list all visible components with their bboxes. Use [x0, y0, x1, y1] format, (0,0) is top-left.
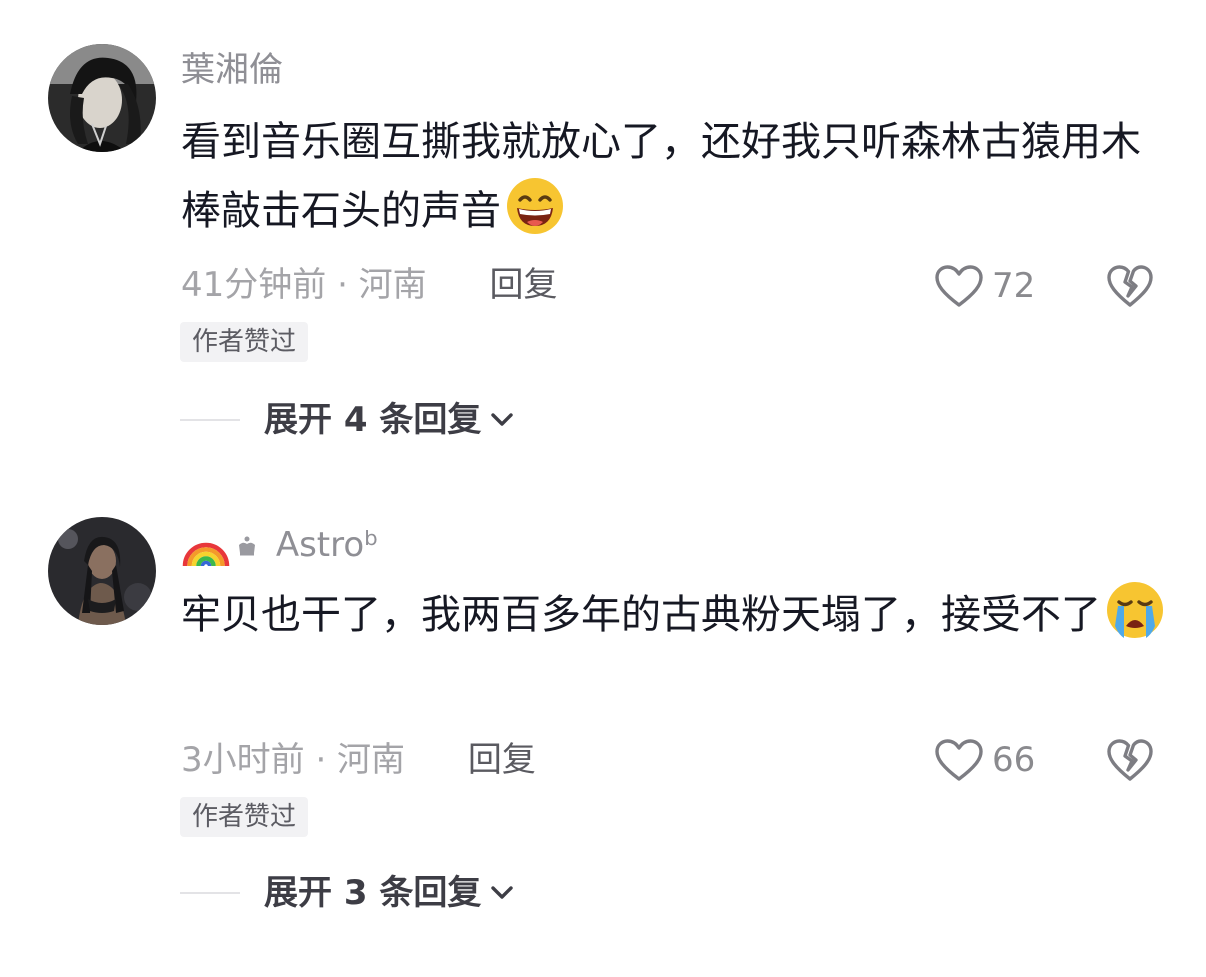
username: Astroᵇ	[275, 524, 379, 565]
reply-button[interactable]: 回复	[490, 265, 558, 305]
author-liked-badge: 作者赞过	[180, 797, 309, 837]
timestamp-location: 3小时前 · 河南	[181, 740, 406, 780]
divider	[180, 419, 240, 421]
divider	[180, 892, 240, 894]
username-row[interactable]: Astroᵇ	[181, 524, 379, 568]
like-count: 72	[992, 266, 1036, 306]
like-button[interactable]: 72	[934, 263, 1035, 309]
broken-heart-icon	[1107, 739, 1153, 781]
expand-replies-label: 展开 4 条回复	[264, 400, 482, 440]
dislike-button[interactable]	[1106, 737, 1154, 783]
comment-list: 葉湘倫 看到音乐圈互撕我就放心了，还好我只听森林古猿用木棒敲击石头的声音 41分…	[0, 0, 1206, 977]
loudly-crying-face-emoji	[1105, 580, 1165, 640]
heart-icon	[935, 265, 983, 307]
avatar[interactable]	[48, 517, 156, 625]
timestamp-location: 41分钟前 · 河南	[181, 265, 427, 305]
dislike-button[interactable]	[1106, 263, 1154, 309]
comment-meta: 41分钟前 · 河南 回复	[181, 265, 558, 305]
comment-body: 看到音乐圈互撕我就放心了，还好我只听森林古猿用木棒敲击石头的声音	[181, 119, 1141, 234]
rainbow-icon	[182, 542, 230, 567]
chevron-down-icon	[491, 413, 514, 426]
comment-body: 牢贝也干了，我两百多年的古典粉天塌了，接受不了	[181, 592, 1101, 638]
user-badges	[181, 524, 259, 568]
comment-text: 看到音乐圈互撕我就放心了，还好我只听森林古猿用木棒敲击石头的声音	[181, 108, 1171, 245]
avatar[interactable]	[48, 44, 156, 152]
grinning-face-emoji	[505, 176, 565, 236]
crown-icon	[239, 536, 255, 556]
expand-replies-button[interactable]: 展开 3 条回复	[180, 871, 515, 915]
comment-meta: 3小时前 · 河南 回复	[181, 740, 536, 780]
broken-heart-icon	[1107, 265, 1153, 307]
reply-button[interactable]: 回复	[468, 740, 536, 780]
comment-text: 牢贝也干了，我两百多年的古典粉天塌了，接受不了	[181, 580, 1171, 649]
expand-replies-label: 展开 3 条回复	[264, 873, 482, 913]
like-button[interactable]: 66	[934, 737, 1035, 783]
username[interactable]: 葉湘倫	[181, 50, 283, 90]
expand-replies-button[interactable]: 展开 4 条回复	[180, 398, 515, 442]
chevron-down-icon	[491, 886, 514, 899]
like-count: 66	[992, 740, 1036, 780]
heart-icon	[935, 739, 983, 781]
author-liked-badge: 作者赞过	[180, 322, 309, 362]
